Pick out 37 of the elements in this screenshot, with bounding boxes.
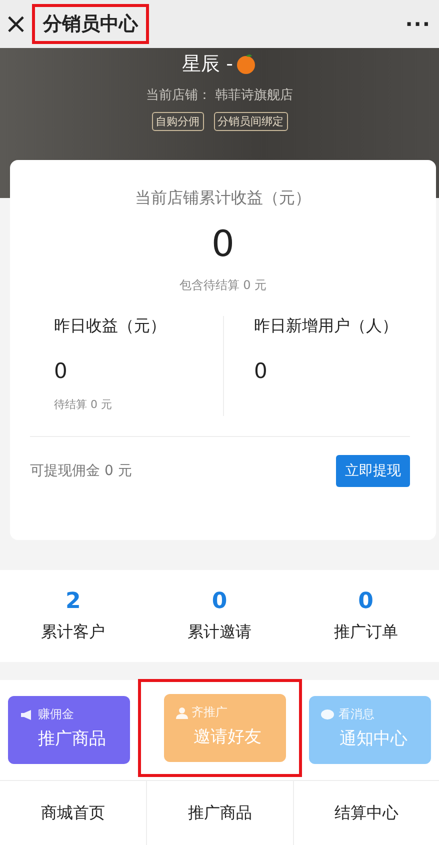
stat-value: 0 [54, 359, 68, 383]
earnings-title: 当前店铺累计收益（元） [134, 188, 312, 209]
nav-item[interactable]: 结算中心 [292, 781, 439, 845]
more-button[interactable]: ··· [405, 12, 431, 36]
window-title: 分销员中心 [32, 4, 149, 44]
chat-icon [321, 708, 334, 720]
stat-label: 累计客户 [41, 622, 106, 643]
withdrawable-amount: 可提现佣金 0 元 [30, 462, 132, 480]
nav-item[interactable]: 推广商品 [146, 781, 293, 845]
stat-value: 0 [212, 589, 228, 614]
stat-value: 0 [254, 359, 268, 383]
stat-value: 0 [358, 589, 374, 614]
store-name: 当前店铺： 韩菲诗旗舰店 [146, 87, 294, 104]
stat-label: 昨日新增用户（人） [254, 316, 399, 337]
pending-note: 待结算 0 元 [54, 397, 113, 412]
person-icon [176, 706, 188, 718]
card-tag: 看消息 [338, 706, 374, 723]
stat-label: 昨日收益（元） [54, 316, 167, 337]
card-title: 邀请好友 [192, 726, 262, 748]
card-tag: 齐推广 [192, 704, 228, 721]
card-title: 推广商品 [36, 728, 107, 750]
close-button[interactable]: × [4, 10, 28, 38]
pending-note: 包含待结算 0 元 [178, 277, 268, 294]
megaphone-icon [20, 708, 34, 720]
card-tag: 赚佣金 [38, 706, 74, 723]
tag: 自购分佣 [152, 112, 204, 131]
stat-value: 2 [66, 589, 81, 614]
total-earnings: 0 [210, 223, 236, 267]
stat-label: 推广订单 [334, 622, 398, 643]
stat-label: 累计邀请 [187, 622, 252, 643]
fruit-icon [234, 53, 257, 75]
user-name: 星辰 - [182, 52, 233, 76]
action-card[interactable]: 赚佣金 推广商品 [8, 696, 130, 764]
withdraw-button[interactable]: 立即提现 [336, 455, 410, 487]
card-title: 通知中心 [338, 728, 408, 750]
nav-item[interactable]: 商城首页 [0, 781, 146, 845]
tag: 分销员间绑定 [214, 112, 288, 131]
